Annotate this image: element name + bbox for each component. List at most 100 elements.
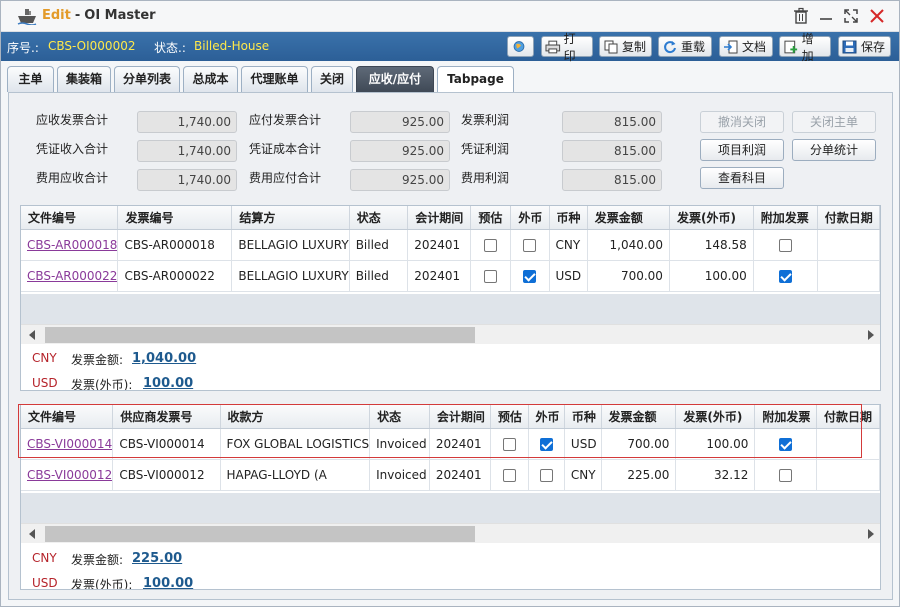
col-amount-fc[interactable]: 发票(外币)	[669, 206, 754, 230]
extra-invoice-checkbox[interactable]	[779, 437, 793, 451]
file-no-link[interactable]: CBS-VI000014	[21, 428, 114, 460]
estimate-checkbox[interactable]	[484, 269, 498, 283]
col-file-no[interactable]: 文件编号	[21, 206, 119, 230]
table-row[interactable]: CBS-VI000012 CBS-VI000012 HAPAG-LLOYD (A…	[21, 459, 880, 491]
scroll-right-icon[interactable]	[868, 330, 874, 340]
estimate-checkbox[interactable]	[484, 238, 498, 252]
amount-fc-cell: 100.00	[675, 428, 756, 460]
col-pay-date[interactable]: 付款日期	[817, 206, 880, 230]
mode-label: Edit	[42, 8, 71, 23]
scroll-thumb[interactable]	[45, 526, 475, 542]
tab-total-cost[interactable]: 总成本	[183, 66, 238, 92]
invoice-amount-total[interactable]: 1,040.00	[132, 351, 196, 366]
foreign-amount-total[interactable]: 100.00	[143, 576, 193, 589]
project-profit-button[interactable]: 项目利润	[700, 139, 784, 161]
period-cell: 202401	[429, 428, 491, 460]
form-name: OI Master	[84, 8, 156, 23]
col-amount[interactable]: 发票金额	[587, 206, 670, 230]
reload-button[interactable]: 重载	[658, 36, 712, 57]
status-cell: Invoiced	[369, 428, 430, 460]
pay-date-cell	[816, 428, 880, 460]
extra-invoice-checkbox[interactable]	[778, 269, 792, 283]
foreign-checkbox[interactable]	[539, 437, 553, 451]
tab-agent-bills[interactable]: 代理账单	[241, 66, 308, 92]
col-party[interactable]: 结算方	[231, 206, 350, 230]
col-status[interactable]: 状态	[349, 206, 409, 230]
scroll-right-icon[interactable]	[868, 529, 874, 539]
usd-label: USD	[32, 376, 58, 390]
file-no-link[interactable]: CBS-AR000022	[21, 260, 119, 292]
col-status[interactable]: 状态	[369, 405, 430, 429]
col-period[interactable]: 会计期间	[429, 405, 491, 429]
col-estimate[interactable]: 预估	[470, 206, 512, 230]
col-currency[interactable]: 币种	[564, 405, 602, 429]
table-row[interactable]: CBS-VI000014 CBS-VI000014 FOX GLOBAL LOG…	[21, 428, 880, 460]
tab-master[interactable]: 主单	[7, 66, 54, 92]
file-no-link[interactable]: CBS-VI000012	[21, 459, 114, 491]
col-extra-invoice[interactable]: 附加发票	[754, 405, 817, 429]
tab-ar-ap[interactable]: 应收/应付	[356, 66, 434, 92]
cancel-close-button[interactable]: 撤消关闭	[700, 111, 784, 133]
close-master-button[interactable]: 关闭主单	[792, 111, 876, 133]
print-button[interactable]: 打印	[541, 32, 593, 63]
estimate-checkbox[interactable]	[502, 468, 516, 482]
trash-icon[interactable]	[792, 7, 810, 25]
table-row[interactable]: CBS-AR000022 CBS-AR000022 BELLAGIO LUXUR…	[21, 260, 880, 292]
col-file-no[interactable]: 文件编号	[21, 405, 114, 429]
foreign-checkbox[interactable]	[523, 269, 537, 283]
tab-containers[interactable]: 集装箱	[57, 66, 111, 92]
col-extra-invoice[interactable]: 附加发票	[753, 206, 818, 230]
tab-house-list[interactable]: 分单列表	[114, 66, 180, 92]
amount-fc-cell: 32.12	[675, 459, 756, 491]
voucher-profit-label: 凭证利润	[461, 142, 510, 156]
receivables-hscrollbar[interactable]	[21, 324, 880, 344]
col-foreign[interactable]: 外币	[510, 206, 550, 230]
estimate-checkbox[interactable]	[502, 437, 516, 451]
close-icon[interactable]	[868, 7, 886, 25]
pay-date-cell	[816, 459, 880, 491]
fee-ar-total-field: 1,740.00	[137, 169, 237, 191]
ap-invoice-total-label: 应付发票合计	[249, 113, 322, 127]
tab-close[interactable]: 关闭	[311, 66, 353, 92]
col-period[interactable]: 会计期间	[407, 206, 472, 230]
col-payee[interactable]: 收款方	[220, 405, 371, 429]
minimize-icon[interactable]	[817, 7, 835, 25]
estimate-cell	[490, 428, 529, 460]
refresh-button[interactable]	[507, 36, 534, 57]
extra-invoice-checkbox[interactable]	[779, 468, 793, 482]
col-vendor-invoice-no[interactable]: 供应商发票号	[112, 405, 221, 429]
add-button[interactable]: 增加	[779, 32, 831, 63]
view-accounts-button[interactable]: 查看科目	[700, 167, 784, 189]
amount-fc-cell: 100.00	[669, 260, 754, 292]
usd-label: USD	[32, 576, 58, 590]
foreign-amount-total[interactable]: 100.00	[143, 376, 193, 390]
col-amount[interactable]: 发票金额	[601, 405, 677, 429]
col-foreign[interactable]: 外币	[528, 405, 565, 429]
save-button[interactable]: 保存	[838, 36, 891, 57]
payables-hscrollbar[interactable]	[21, 523, 880, 543]
docs-button[interactable]: 文档	[719, 36, 773, 57]
status-cell: Invoiced	[369, 459, 430, 491]
col-currency[interactable]: 币种	[549, 206, 588, 230]
col-estimate[interactable]: 预估	[490, 405, 529, 429]
col-pay-date[interactable]: 付款日期	[816, 405, 880, 429]
file-no-link[interactable]: CBS-AR000018	[21, 229, 119, 261]
foreign-checkbox[interactable]	[539, 468, 553, 482]
col-amount-fc[interactable]: 发票(外币)	[675, 405, 756, 429]
copy-button[interactable]: 复制	[599, 36, 652, 57]
status-cell: Billed	[349, 229, 409, 261]
payables-table: 文件编号 供应商发票号 收款方 状态 会计期间 预估 外币 币种 发票金额 发票…	[21, 405, 880, 491]
reload-icon	[664, 40, 676, 53]
house-stats-button[interactable]: 分单统计	[792, 139, 876, 161]
table-row[interactable]: CBS-AR000018 CBS-AR000018 BELLAGIO LUXUR…	[21, 229, 880, 261]
scroll-left-icon[interactable]	[29, 529, 35, 539]
foreign-checkbox[interactable]	[523, 238, 537, 252]
scroll-left-icon[interactable]	[29, 330, 35, 340]
scroll-thumb[interactable]	[45, 327, 475, 343]
invoice-amount-total[interactable]: 225.00	[132, 551, 182, 566]
maximize-icon[interactable]	[842, 7, 860, 25]
col-invoice-no[interactable]: 发票编号	[117, 206, 233, 230]
extra-invoice-checkbox[interactable]	[778, 238, 792, 252]
tab-tabpage[interactable]: Tabpage	[437, 66, 514, 92]
party-cell: BELLAGIO LUXURY	[231, 260, 350, 292]
